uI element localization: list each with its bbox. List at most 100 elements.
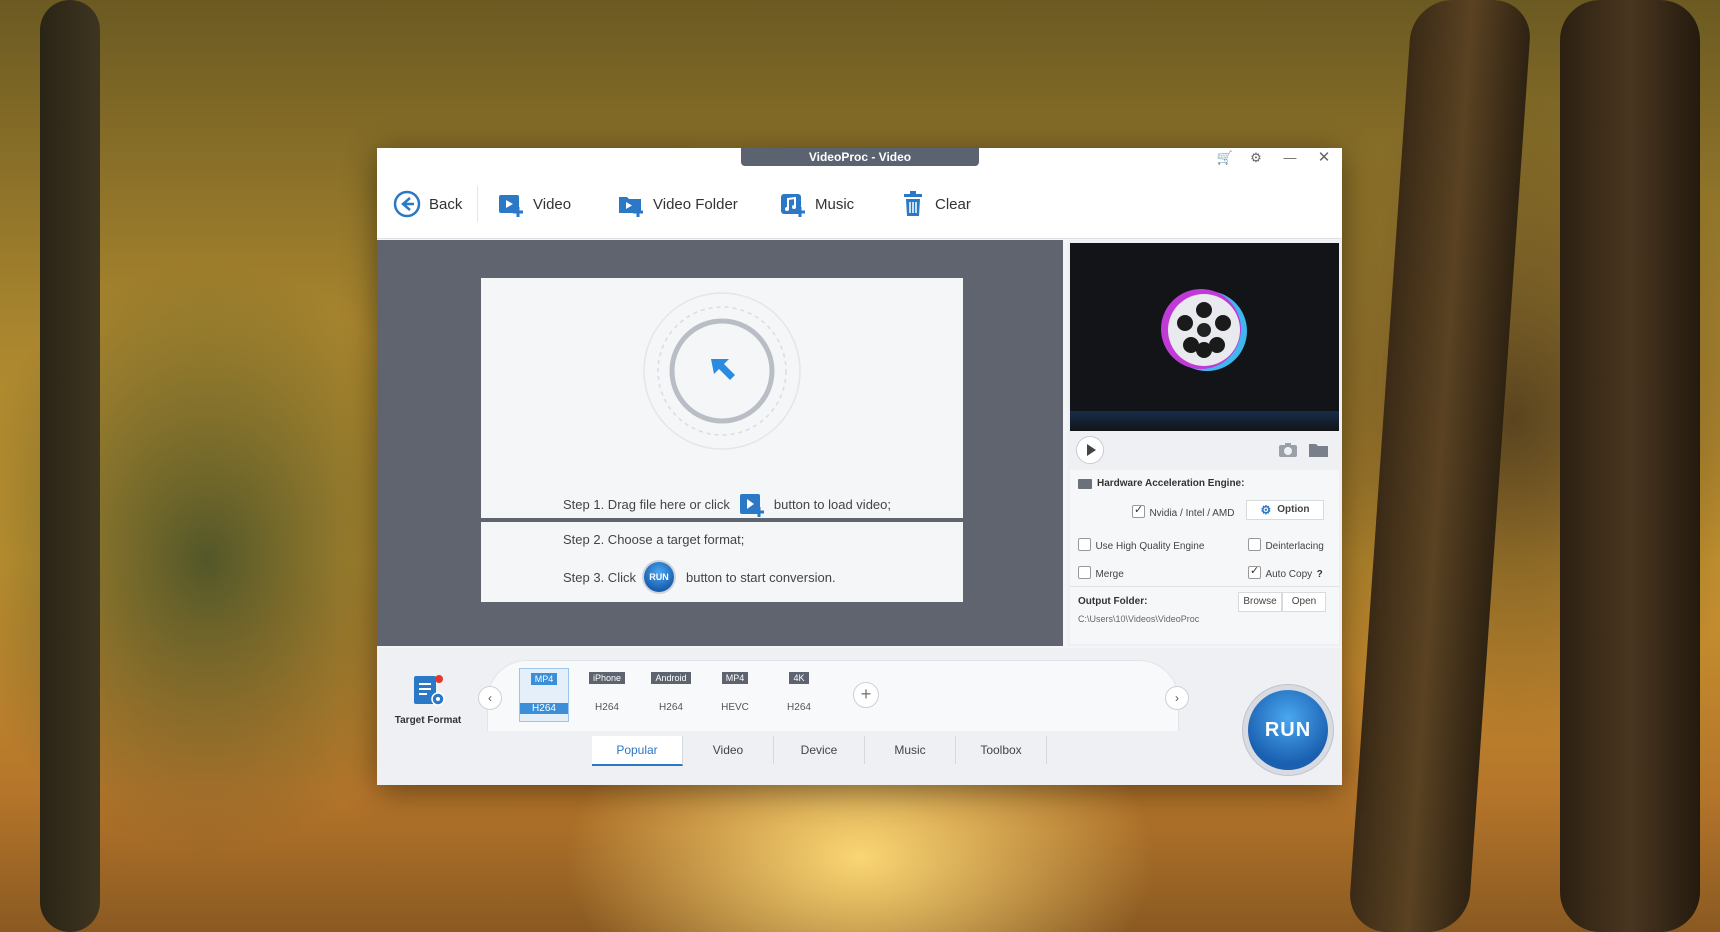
drop-zone-card[interactable]: Step 1. Drag file here or click button t… [481, 278, 963, 518]
option-gear-icon: ⚙ [1260, 503, 1272, 517]
folder-icon[interactable] [1308, 442, 1330, 458]
settings-divider [1070, 586, 1339, 587]
deinterlacing-label: Deinterlacing [1265, 541, 1324, 552]
target-format-button[interactable]: Target Format [387, 672, 469, 726]
auto-copy-check[interactable] [1248, 564, 1261, 580]
videoproc-logo-icon [1161, 289, 1247, 371]
trash-icon [904, 191, 922, 216]
format-sub: H264 [595, 702, 619, 713]
format-sub: H264 [787, 702, 811, 713]
back-arrow-icon [393, 190, 421, 218]
target-format-icon [414, 675, 445, 706]
format-item[interactable]: MP4 HEVC [711, 668, 759, 720]
output-path[interactable]: C:\Users\10\Videos\VideoProc [1078, 614, 1199, 624]
merge-checkbox[interactable]: Merge [1078, 564, 1124, 582]
title-bar: VideoProc - Video 🛒 ⚙ — ✕ [377, 148, 1342, 168]
nvidia-check[interactable] [1132, 503, 1145, 519]
format-tag: MP4 [721, 672, 749, 684]
format-tag: MP4 [530, 673, 558, 685]
hw-accel-row: Hardware Acceleration Engine: [1078, 478, 1244, 489]
scroll-right-button[interactable]: › [1165, 686, 1189, 710]
format-sub: H264 [520, 703, 568, 714]
format-sub: H264 [659, 702, 683, 713]
help-icon[interactable]: ? [1317, 569, 1323, 580]
drop-area[interactable]: Step 1. Drag file here or click button t… [377, 240, 1063, 646]
preview-controls [1070, 432, 1339, 466]
plus-icon: + [860, 684, 872, 704]
right-panel: Hardware Acceleration Engine: Nvidia / I… [1067, 240, 1342, 646]
hq-engine-check[interactable] [1078, 538, 1091, 552]
preview-screen [1070, 243, 1339, 431]
step3-before: Step 3. Click [563, 569, 636, 585]
hq-engine-checkbox[interactable]: Use High Quality Engine [1078, 536, 1204, 554]
play-button[interactable] [1076, 436, 1104, 464]
back-label: Back [429, 195, 463, 213]
step1-before: Step 1. Drag file here or click [563, 496, 730, 512]
auto-copy-checkbox[interactable]: Auto Copy ? [1248, 564, 1323, 582]
hq-engine-label: Use High Quality Engine [1095, 541, 1205, 552]
step1-after: button to load video; [773, 496, 891, 512]
nvidia-label: Nvidia / Intel / AMD [1149, 508, 1235, 519]
deinterlacing-checkbox[interactable]: Deinterlacing [1248, 536, 1324, 554]
tab-toolbox[interactable]: Toolbox [956, 736, 1047, 764]
tree-trunk [1347, 0, 1533, 932]
add-format-button[interactable]: + [853, 682, 879, 708]
add-video-button[interactable]: Video [497, 188, 571, 220]
tab-video[interactable]: Video [683, 736, 774, 764]
run-badge-icon: RUN [643, 562, 674, 592]
format-sub: HEVC [721, 702, 749, 713]
tree-trunk [40, 0, 100, 932]
video-add-icon[interactable] [736, 490, 768, 518]
camera-icon[interactable] [1278, 442, 1298, 458]
format-tag: Android [651, 672, 691, 684]
run-button[interactable]: RUN [1248, 690, 1328, 770]
music-label: Music [815, 195, 855, 213]
step3-text: Step 3. Click RUN button to start conver… [563, 562, 836, 592]
format-tag: iPhone [588, 672, 626, 684]
option-button[interactable]: ⚙ Option [1246, 500, 1324, 520]
close-icon[interactable]: ✕ [1315, 150, 1333, 166]
scroll-left-button[interactable]: ‹ [478, 686, 502, 710]
option-label: Option [1277, 504, 1310, 515]
merge-check[interactable] [1078, 566, 1091, 580]
format-item[interactable]: Android H264 [647, 668, 695, 720]
window-title: VideoProc - Video [741, 148, 979, 166]
format-tag: 4K [789, 672, 809, 684]
clear-label: Clear [935, 195, 971, 213]
step2-text: Step 2. Choose a target format; [563, 532, 745, 547]
gear-icon[interactable]: ⚙ [1247, 150, 1265, 166]
toolbar: Back Video Video Folder Music Clear [377, 168, 1342, 239]
output-folder-label: Output Folder: [1078, 596, 1148, 607]
steps-card: Step 2. Choose a target format; Step 3. … [481, 522, 963, 602]
format-bar: Target Format ‹ MP4 H264 iPhone H264 And… [377, 648, 1342, 785]
music-add-icon [781, 194, 805, 217]
add-music-button[interactable]: Music [779, 188, 854, 220]
preview-glow [1070, 411, 1339, 431]
drop-target-icon [643, 292, 801, 450]
toolbar-divider [477, 186, 478, 222]
back-button[interactable]: Back [393, 188, 462, 220]
minimize-icon[interactable]: — [1281, 150, 1299, 166]
open-button[interactable]: Open [1282, 592, 1326, 612]
cart-icon[interactable]: 🛒 [1216, 150, 1234, 166]
settings-panel: Hardware Acceleration Engine: Nvidia / I… [1070, 470, 1339, 644]
deinterlacing-check[interactable] [1248, 538, 1261, 552]
tab-device[interactable]: Device [774, 736, 865, 764]
tab-music[interactable]: Music [865, 736, 956, 764]
format-item[interactable]: iPhone H264 [583, 668, 631, 720]
format-item[interactable]: MP4 H264 [519, 668, 569, 722]
add-video-folder-button[interactable]: Video Folder [617, 188, 738, 220]
chip-icon [1078, 478, 1092, 489]
video-add-icon [499, 195, 523, 217]
format-item[interactable]: 4K H264 [775, 668, 823, 720]
merge-label: Merge [1095, 569, 1124, 580]
video-label: Video [533, 195, 572, 213]
target-format-label: Target Format [394, 715, 462, 726]
step3-after: button to start conversion. [685, 569, 836, 585]
tab-popular[interactable]: Popular [592, 736, 683, 766]
clear-button[interactable]: Clear [899, 188, 971, 220]
nvidia-checkbox[interactable]: Nvidia / Intel / AMD [1132, 503, 1234, 521]
video-folder-label: Video Folder [653, 195, 738, 213]
browse-button[interactable]: Browse [1238, 592, 1282, 612]
folder-add-icon [619, 197, 643, 217]
